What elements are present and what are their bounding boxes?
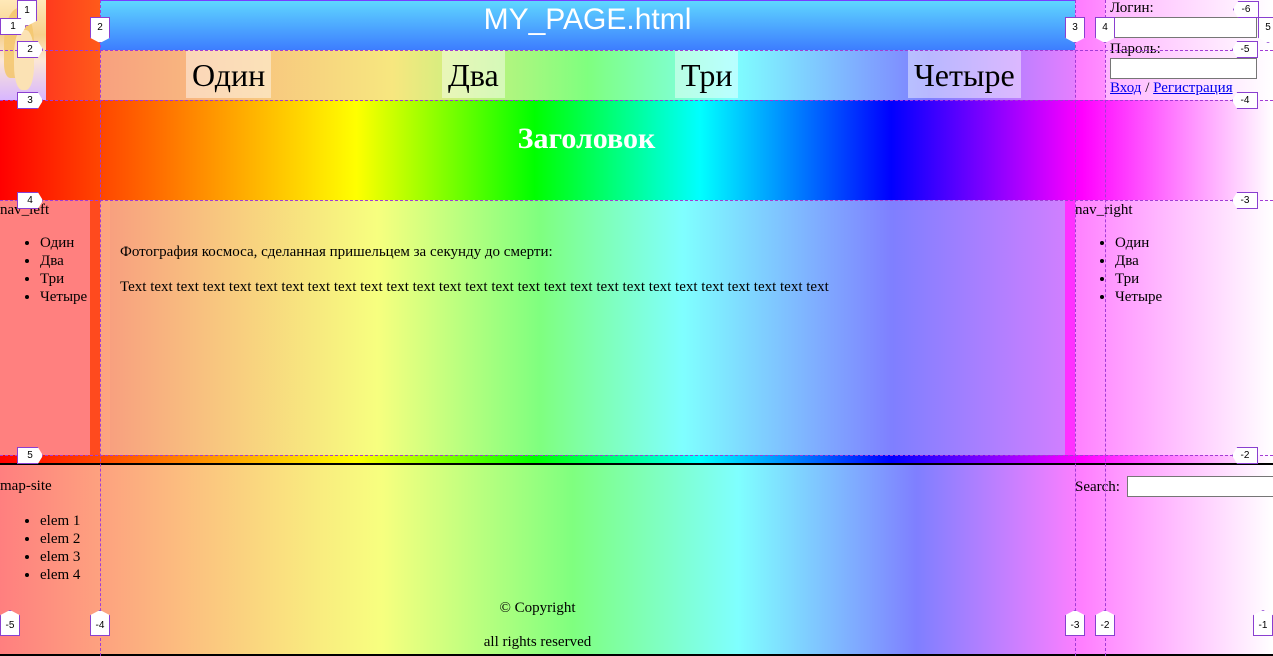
guide-marker: 4 xyxy=(1095,17,1115,43)
page-title: MY_PAGE.html xyxy=(483,3,692,36)
guide-line-horizontal xyxy=(0,100,1273,101)
guide-line-horizontal xyxy=(0,50,1273,51)
nav-left-item[interactable]: Два xyxy=(40,252,87,270)
guide-marker: 5 xyxy=(17,447,43,464)
map-site: map-site xyxy=(0,478,52,495)
guide-marker: 1 xyxy=(0,18,26,35)
guide-marker: -3 xyxy=(1065,610,1085,636)
guide-marker: -2 xyxy=(1232,447,1258,464)
register-link[interactable]: Регистрация xyxy=(1153,80,1233,96)
nav-right-item[interactable]: Три xyxy=(1115,270,1162,288)
nav-left-item[interactable]: Один xyxy=(40,234,87,252)
search-input[interactable] xyxy=(1127,476,1273,497)
guide-marker: 2 xyxy=(17,41,43,58)
map-site-item[interactable]: elem 3 xyxy=(40,548,80,566)
link-separator: / xyxy=(1145,80,1150,96)
nav-item-chetyre[interactable]: Четыре xyxy=(908,50,1021,98)
nav-right-title: nav_right xyxy=(1075,202,1133,218)
guide-marker: -6 xyxy=(1233,1,1259,18)
nav-right-item[interactable]: Один xyxy=(1115,234,1162,252)
nav-left-item[interactable]: Три xyxy=(40,270,87,288)
footer-divider xyxy=(0,455,1273,465)
signin-link[interactable]: Вход xyxy=(1110,80,1141,96)
guide-marker: -4 xyxy=(90,610,110,636)
content-caption: Фотография космоса, сделанная пришельцем… xyxy=(120,244,553,260)
map-site-item[interactable]: elem 1 xyxy=(40,512,80,530)
nav-right-list: Один Два Три Четыре xyxy=(1075,234,1162,306)
top-navigation: Один Два Три Четыре xyxy=(100,50,1075,100)
guide-line-horizontal xyxy=(0,455,1273,456)
map-site-title: map-site xyxy=(0,478,52,494)
rights-text: all rights reserved xyxy=(483,634,592,650)
login-input[interactable] xyxy=(1110,17,1257,38)
nav-right-item[interactable]: Два xyxy=(1115,252,1162,270)
guide-marker: 2 xyxy=(90,17,110,43)
nav-item-dva[interactable]: Два xyxy=(442,50,505,98)
guide-marker: -4 xyxy=(1232,92,1258,109)
nav-left-item[interactable]: Четыре xyxy=(40,288,87,306)
search-label: Search: xyxy=(1075,479,1120,495)
guide-marker: -1 xyxy=(1253,610,1273,636)
nav-right-item[interactable]: Четыре xyxy=(1115,288,1162,306)
nav-item-odin[interactable]: Один xyxy=(186,50,272,98)
password-input[interactable] xyxy=(1110,58,1257,79)
main-content: Фотография космоса, сделанная пришельцем… xyxy=(110,200,1065,455)
guide-marker: -2 xyxy=(1095,610,1115,636)
nav-left-list: Один Два Три Четыре xyxy=(0,234,87,306)
guide-marker: 3 xyxy=(1065,17,1085,43)
nav-left: nav_left Один Два Три Четыре xyxy=(0,200,100,455)
title-bar: MY_PAGE.html xyxy=(100,0,1075,50)
guide-line-vertical xyxy=(100,0,101,656)
map-site-list: elem 1 elem 2 elem 3 elem 4 xyxy=(0,512,80,584)
guide-line-vertical xyxy=(1075,0,1076,656)
map-site-item[interactable]: elem 4 xyxy=(40,566,80,584)
header-banner: Заголовок xyxy=(0,100,1273,200)
guide-marker: -5 xyxy=(1232,41,1258,58)
header-title: Заголовок xyxy=(517,122,656,155)
copyright-text: © Copyright xyxy=(499,600,576,616)
guide-marker: -5 xyxy=(0,610,20,636)
guide-line-horizontal xyxy=(0,200,1273,201)
guide-marker: 3 xyxy=(17,92,43,109)
nav-item-tri[interactable]: Три xyxy=(675,50,739,98)
nav-right: nav_right Один Два Три Четыре xyxy=(1065,200,1273,455)
guide-line-vertical xyxy=(1105,0,1106,656)
map-site-item[interactable]: elem 2 xyxy=(40,530,80,548)
guide-marker: 4 xyxy=(17,192,43,209)
content-text: Text text text text text text text text … xyxy=(120,279,829,295)
guide-marker: -3 xyxy=(1232,192,1258,209)
